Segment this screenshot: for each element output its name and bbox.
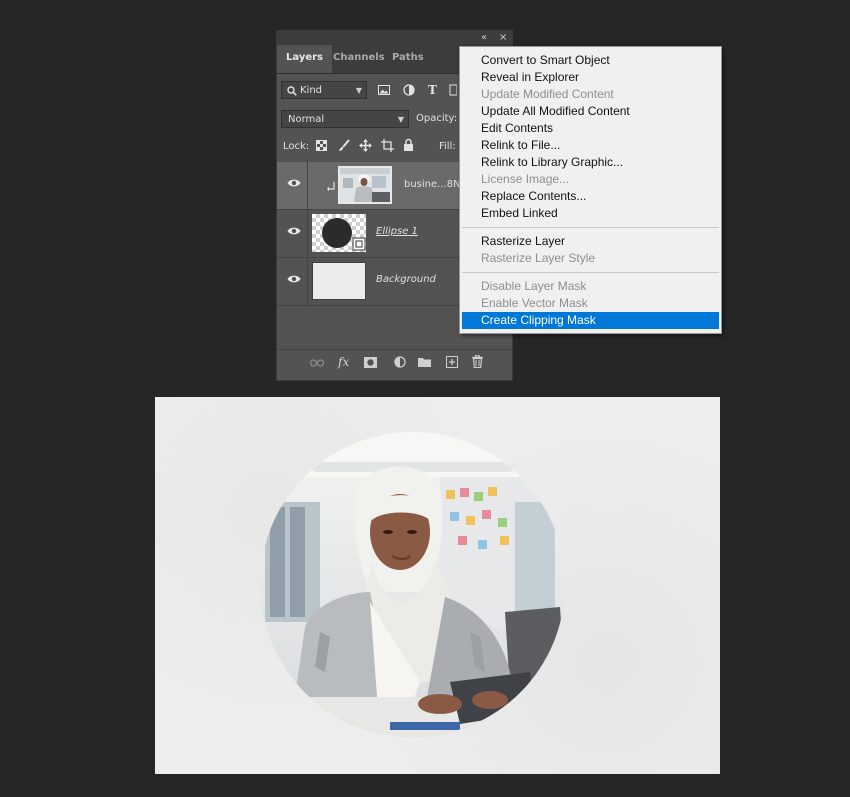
menu-separator (462, 227, 719, 228)
layer-name[interactable]: Ellipse 1 (376, 226, 418, 237)
close-panel-icon[interactable]: × (499, 31, 507, 45)
lock-all-icon[interactable] (403, 138, 414, 151)
menu-separator (462, 272, 719, 273)
link-layers-icon[interactable] (310, 359, 324, 367)
menu-item-update-all-modified-content[interactable]: Update All Modified Content (462, 103, 719, 120)
layer-name[interactable]: Background (376, 274, 436, 285)
photo-thumbnail-icon (340, 168, 390, 202)
lock-paint-icon[interactable] (338, 139, 350, 152)
layers-panel-footer: fx (277, 349, 512, 376)
eye-column-divider (307, 210, 308, 257)
blend-mode-select[interactable]: Normal ▼ (281, 110, 409, 128)
eye-icon[interactable] (287, 274, 301, 284)
collapse-panel-icon[interactable]: « (481, 31, 487, 45)
chevron-down-icon: ▼ (355, 86, 362, 95)
menu-item-convert-to-smart-object[interactable]: Convert to Smart Object (462, 52, 719, 69)
layer-context-menu: Convert to Smart Object Reveal in Explor… (459, 46, 722, 334)
ellipse-shape-icon (322, 218, 366, 251)
type-filter-icon[interactable]: T (428, 83, 437, 97)
filter-kind-select[interactable]: Kind ▼ (281, 81, 367, 99)
panel-titlebar: « × (277, 31, 512, 45)
menu-item-edit-contents[interactable]: Edit Contents (462, 120, 719, 137)
eye-column-divider (307, 162, 308, 209)
search-icon (287, 86, 297, 96)
business-woman-photo (260, 432, 565, 737)
layer-thumbnail-photo (338, 166, 392, 204)
lock-transparent-icon[interactable] (316, 140, 327, 151)
layer-name[interactable]: busine...8NS (404, 179, 467, 190)
add-mask-icon[interactable] (364, 357, 377, 368)
chevron-down-icon: ▼ (397, 115, 404, 124)
lock-label: Lock: (283, 141, 310, 152)
menu-item-create-clipping-mask[interactable]: Create Clipping Mask (462, 312, 719, 329)
menu-item-replace-contents[interactable]: Replace Contents... (462, 188, 719, 205)
menu-item-relink-to-library-graphic[interactable]: Relink to Library Graphic... (462, 154, 719, 171)
shape-filter-icon[interactable] (449, 84, 457, 96)
layer-thumbnail-background (312, 262, 366, 300)
menu-item-enable-vector-mask[interactable]: Enable Vector Mask (462, 295, 719, 312)
menu-item-embed-linked[interactable]: Embed Linked (462, 205, 719, 222)
group-folder-icon[interactable] (418, 357, 431, 367)
menu-item-disable-layer-mask[interactable]: Disable Layer Mask (462, 278, 719, 295)
fill-label: Fill: (439, 141, 456, 152)
filter-kind-value: Kind (300, 85, 323, 96)
new-layer-icon[interactable] (446, 356, 458, 368)
fx-icon[interactable]: fx (338, 355, 349, 369)
menu-item-update-modified-content[interactable]: Update Modified Content (462, 86, 719, 103)
clipped-photo (260, 432, 565, 737)
menu-item-reveal-in-explorer[interactable]: Reveal in Explorer (462, 69, 719, 86)
menu-item-rasterize-layer-style[interactable]: Rasterize Layer Style (462, 250, 719, 267)
eye-column-divider (307, 258, 308, 305)
adjustment-icon[interactable] (394, 356, 406, 368)
menu-item-rasterize-layer[interactable]: Rasterize Layer (462, 233, 719, 250)
clipping-arrow-icon (327, 182, 335, 191)
lock-move-icon[interactable] (359, 139, 372, 152)
blend-mode-value: Normal (288, 114, 325, 125)
image-filter-icon[interactable] (378, 85, 390, 95)
opacity-label: Opacity: (416, 113, 458, 124)
document-canvas[interactable] (155, 397, 720, 774)
layer-thumbnail-ellipse (312, 214, 366, 252)
lock-artboard-icon[interactable] (381, 139, 394, 152)
eye-icon[interactable] (287, 178, 301, 188)
tab-paths[interactable]: Paths (383, 45, 433, 73)
menu-item-license-image[interactable]: License Image... (462, 171, 719, 188)
trash-icon[interactable] (472, 355, 483, 368)
adjustment-filter-icon[interactable] (403, 84, 415, 96)
menu-item-relink-to-file[interactable]: Relink to File... (462, 137, 719, 154)
eye-icon[interactable] (287, 226, 301, 236)
